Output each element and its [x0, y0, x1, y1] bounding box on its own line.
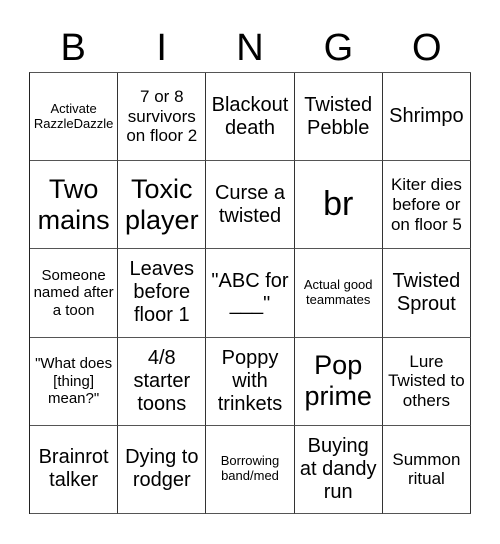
- bingo-cell[interactable]: Curse a twisted: [206, 161, 295, 250]
- header-letter-b: B: [60, 27, 86, 69]
- bingo-cell[interactable]: 7 or 8 survivors on floor 2: [118, 73, 207, 162]
- cell-text: Lure Twisted to others: [388, 351, 465, 410]
- cell-text: 7 or 8 survivors on floor 2: [126, 87, 198, 146]
- bingo-cell[interactable]: Activate RazzleDazzle: [30, 73, 119, 162]
- bingo-cell[interactable]: Pop prime: [294, 337, 383, 426]
- cell-text: Buying at dandy run: [299, 434, 377, 503]
- cell-text: Borrowing band/med: [220, 453, 280, 484]
- cell-text: Curse a twisted: [214, 181, 285, 227]
- cell-text: Twisted Pebble: [304, 93, 373, 139]
- cell-text: Twisted Sprout: [392, 269, 461, 315]
- cell-text: Poppy with trinkets: [217, 346, 283, 415]
- bingo-cell[interactable]: Shrimpo: [382, 73, 471, 162]
- bingo-cell[interactable]: Twisted Sprout: [382, 249, 471, 338]
- cell-text: Dying to rodger: [125, 446, 199, 492]
- cell-text: 4/8 starter toons: [133, 346, 191, 415]
- cell-text: Actual good teammates: [303, 277, 373, 307]
- bingo-cell[interactable]: Brainrot talker: [30, 425, 119, 514]
- cell-text: Shrimpo: [389, 105, 464, 128]
- bingo-cell[interactable]: Blackout death: [206, 73, 295, 162]
- cell-text: Brainrot talker: [38, 446, 109, 492]
- bingo-cell[interactable]: br: [294, 161, 383, 250]
- bingo-cell[interactable]: Buying at dandy run: [294, 425, 383, 514]
- cell-text: Kiter dies before or on floor 5: [390, 175, 462, 234]
- bingo-cell[interactable]: Leaves before floor 1: [118, 249, 207, 338]
- cell-text: Toxic player: [125, 173, 199, 235]
- bingo-cell[interactable]: "What does [thing] mean?": [30, 337, 119, 426]
- cell-text: "What does [thing] mean?": [35, 355, 113, 407]
- cell-text: "ABC for ___": [211, 269, 289, 315]
- bingo-header: B I N G O: [29, 24, 471, 72]
- bingo-cell[interactable]: Poppy with trinkets: [206, 337, 295, 426]
- bingo-cell[interactable]: "ABC for ___": [206, 249, 295, 338]
- bingo-cell[interactable]: Dying to rodger: [118, 425, 207, 514]
- header-letter-o: O: [412, 27, 442, 69]
- bingo-cell[interactable]: 4/8 starter toons: [118, 337, 207, 426]
- bingo-cell[interactable]: Actual good teammates: [294, 249, 383, 338]
- bingo-cell[interactable]: Kiter dies before or on floor 5: [382, 161, 471, 250]
- cell-text: Activate RazzleDazzle: [33, 100, 114, 131]
- bingo-cell[interactable]: Two mains: [30, 161, 119, 250]
- cell-text: Someone named after a toon: [33, 267, 114, 319]
- cell-text: Blackout death: [211, 93, 289, 139]
- cell-text: Pop prime: [304, 350, 372, 412]
- bingo-grid: Activate RazzleDazzle 7 or 8 survivors o…: [29, 72, 471, 514]
- bingo-cell[interactable]: Summon ritual: [382, 425, 471, 514]
- bingo-cell[interactable]: Lure Twisted to others: [382, 337, 471, 426]
- cell-text: br: [323, 185, 354, 224]
- cell-text: Two mains: [37, 173, 110, 235]
- header-letter-i: I: [156, 27, 167, 69]
- bingo-cell[interactable]: Someone named after a toon: [30, 249, 119, 338]
- bingo-cell[interactable]: Toxic player: [118, 161, 207, 250]
- header-letter-n: N: [236, 27, 264, 69]
- header-letter-g: G: [323, 27, 354, 69]
- cell-text: Summon ritual: [392, 449, 461, 489]
- bingo-cell[interactable]: Borrowing band/med: [206, 425, 295, 514]
- cell-text: Leaves before floor 1: [129, 258, 195, 327]
- bingo-cell[interactable]: Twisted Pebble: [294, 73, 383, 162]
